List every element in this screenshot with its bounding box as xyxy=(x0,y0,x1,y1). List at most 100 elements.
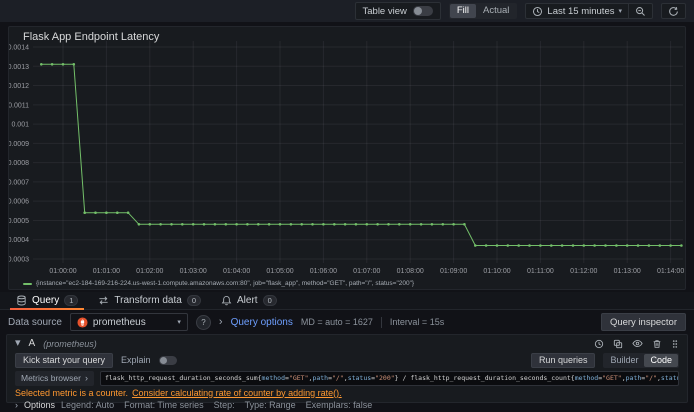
svg-text:0.0004: 0.0004 xyxy=(9,237,29,244)
query-refid[interactable]: A xyxy=(29,338,36,349)
option-legend: Legend: Auto xyxy=(61,400,115,410)
tab-count-badge: 0 xyxy=(262,295,277,306)
warning-rate-link[interactable]: Consider calculating rate of counter by … xyxy=(132,388,342,398)
grafana-panel-editor: Table view Fill Actual Last 15 minutes ▾ xyxy=(0,0,694,412)
transform-icon xyxy=(98,295,109,306)
datasource-row: Data source prometheus ▾ ? › Query optio… xyxy=(0,311,694,333)
kick-start-button[interactable]: Kick start your query xyxy=(15,352,114,368)
zoom-out-button[interactable] xyxy=(629,3,653,19)
query-datasource-hint: (prometheus) xyxy=(43,338,97,349)
svg-text:01:06:00: 01:06:00 xyxy=(310,268,337,275)
svg-text:0.0009: 0.0009 xyxy=(9,141,29,148)
interval-summary: Interval = 15s xyxy=(389,317,445,327)
latency-panel: 0.0014 0.0013 0.0012 0.0011 0.001 0.0009 0.000… xyxy=(8,26,686,290)
tab-query[interactable]: Query 1 xyxy=(8,292,86,310)
chevron-down-icon: ▾ xyxy=(618,8,622,15)
table-view-toggle[interactable] xyxy=(412,6,433,16)
remove-query-trash-icon[interactable] xyxy=(652,339,662,349)
svg-text:0.0005: 0.0005 xyxy=(9,218,29,225)
database-icon xyxy=(16,295,27,306)
svg-text:01:14:00: 01:14:00 xyxy=(657,268,684,275)
svg-text:0.0012: 0.0012 xyxy=(9,83,29,90)
svg-text:0.0006: 0.0006 xyxy=(9,199,29,206)
metrics-browser-label: Metrics browser xyxy=(21,373,81,383)
clock-icon xyxy=(532,6,543,17)
svg-text:01:04:00: 01:04:00 xyxy=(223,268,250,275)
tab-label: Transform data xyxy=(114,295,182,306)
svg-text:01:03:00: 01:03:00 xyxy=(180,268,207,275)
options-label[interactable]: Options xyxy=(24,400,55,410)
time-range-picker[interactable]: Last 15 minutes ▾ xyxy=(525,3,629,19)
datasource-picker[interactable]: prometheus ▾ xyxy=(69,313,188,331)
chart-legend[interactable]: {instance="ec2-184-169-216-224.us-west-1… xyxy=(23,280,679,287)
history-icon[interactable] xyxy=(594,339,604,349)
svg-text:01:08:00: 01:08:00 xyxy=(397,268,424,275)
datasource-value: prometheus xyxy=(92,316,146,328)
refresh-button[interactable] xyxy=(661,3,686,19)
svg-text:01:01:00: 01:01:00 xyxy=(93,268,120,275)
editor-tabs: Query 1 Transform data 0 Alert 0 xyxy=(0,292,694,310)
duplicate-query-icon[interactable] xyxy=(613,339,623,349)
svg-text:0.0008: 0.0008 xyxy=(9,160,29,167)
option-step: Step: xyxy=(213,400,235,410)
svg-text:01:07:00: 01:07:00 xyxy=(353,268,380,275)
panel-title: Flask App Endpoint Latency xyxy=(23,31,160,43)
collapse-chevron-icon[interactable]: ▾ xyxy=(15,338,21,349)
svg-text:01:10:00: 01:10:00 xyxy=(483,268,510,275)
time-range-label: Last 15 minutes xyxy=(547,5,615,17)
tab-transform-data[interactable]: Transform data 0 xyxy=(90,292,209,309)
query-inspector-button[interactable]: Query inspector xyxy=(600,313,686,331)
table-view-label: Table view xyxy=(362,5,407,17)
tab-label: Query xyxy=(32,295,60,306)
svg-text:01:02:00: 01:02:00 xyxy=(136,268,163,275)
drag-handle-icon[interactable] xyxy=(671,339,679,349)
query-header-actions xyxy=(594,338,679,349)
options-chevron-icon[interactable]: › xyxy=(15,400,18,410)
svg-text:0.0011: 0.0011 xyxy=(9,102,29,109)
time-controls: Last 15 minutes ▾ xyxy=(525,3,653,19)
metrics-browser-button[interactable]: Metrics browser › xyxy=(15,370,94,386)
fill-button[interactable]: Fill xyxy=(449,4,476,18)
tab-alert[interactable]: Alert 0 xyxy=(213,292,285,309)
hide-query-eye-icon[interactable] xyxy=(632,338,643,349)
warning-text: Selected metric is a counter. xyxy=(15,387,129,398)
tab-count-badge: 1 xyxy=(64,295,79,306)
svg-text:01:00:00: 01:00:00 xyxy=(49,268,76,275)
latency-chart[interactable]: 0.0014 0.0013 0.0012 0.0011 0.001 0.0009 0.000… xyxy=(9,27,685,277)
svg-text:01:13:00: 01:13:00 xyxy=(614,268,641,275)
chart-series xyxy=(40,63,683,247)
builder-code-group: Builder Code xyxy=(603,352,679,368)
toggle-knob xyxy=(159,356,167,364)
query-options-summary: MD = auto = 1627 xyxy=(300,317,373,327)
actual-button[interactable]: Actual xyxy=(476,4,516,18)
chevron-down-icon: ▾ xyxy=(177,319,181,326)
toggle-knob xyxy=(413,7,422,15)
refresh-icon xyxy=(668,6,679,17)
explain-toggle[interactable] xyxy=(158,355,177,365)
legend-label: {instance="ec2-184-169-216-224.us-west-1… xyxy=(36,280,415,287)
query-options-chevron-icon: › xyxy=(218,315,223,328)
fill-actual-group: Fill Actual xyxy=(448,3,518,19)
explain-label: Explain xyxy=(121,355,151,365)
query-header: ▾ A (prometheus) xyxy=(15,336,679,351)
builder-toggle[interactable]: Builder xyxy=(604,354,644,367)
chevron-right-icon: › xyxy=(84,372,88,383)
counter-warning: Selected metric is a counter. Consider c… xyxy=(15,387,679,398)
svg-text:0.0007: 0.0007 xyxy=(9,179,29,186)
svg-text:01:12:00: 01:12:00 xyxy=(570,268,597,275)
tab-count-badge: 0 xyxy=(186,295,202,306)
code-toggle[interactable]: Code xyxy=(644,353,678,367)
promql-input[interactable]: flask_http_request_duration_seconds_sum{… xyxy=(99,370,679,386)
datasource-help-icon[interactable]: ? xyxy=(195,314,211,330)
svg-text:0.0003: 0.0003 xyxy=(9,256,29,263)
magnifier-minus-icon xyxy=(635,6,646,17)
toolbar: Table view Fill Actual Last 15 minutes ▾ xyxy=(0,0,694,22)
datasource-label: Data source xyxy=(8,316,62,328)
svg-text:0.0013: 0.0013 xyxy=(9,64,29,71)
run-queries-button[interactable]: Run queries xyxy=(530,352,596,368)
table-view-group: Table view xyxy=(354,2,441,20)
svg-text:0.0014: 0.0014 xyxy=(9,45,29,52)
bell-icon xyxy=(221,295,232,306)
option-format: Format: Time series xyxy=(124,400,204,410)
query-options-toggle[interactable]: Query options xyxy=(231,317,293,328)
